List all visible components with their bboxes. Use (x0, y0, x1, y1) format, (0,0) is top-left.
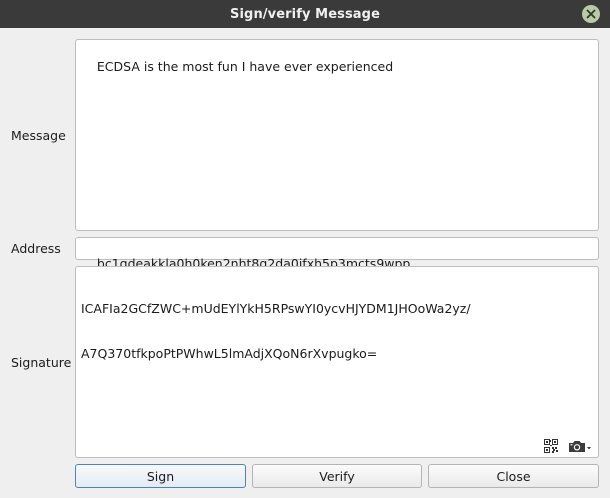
message-label: Message (11, 128, 66, 143)
message-textarea[interactable]: ECDSA is the most fun I have ever experi… (75, 39, 599, 231)
window-close-button[interactable] (582, 5, 600, 23)
window-title: Sign/verify Message (230, 6, 380, 22)
verify-button[interactable]: Verify (252, 464, 422, 488)
qr-code-icon[interactable] (544, 439, 558, 453)
signature-label: Signature (11, 355, 72, 370)
address-label: Address (11, 241, 61, 256)
close-button[interactable]: Close (428, 464, 599, 488)
signature-tools (544, 439, 592, 453)
close-icon (586, 9, 596, 19)
title-bar: Sign/verify Message (0, 0, 610, 28)
signature-line-2: A7Q370tfkpoPtPWhwL5lmAdjXQoN6rXvpugko= (81, 346, 378, 361)
message-text: ECDSA is the most fun I have ever experi… (96, 59, 394, 74)
signature-textarea[interactable]: ICAFIa2GCfZWC+mUdEYlYkH5RPswYI0ycvHJYDM1… (75, 266, 599, 458)
sign-button[interactable]: Sign (75, 464, 246, 488)
address-input[interactable]: bc1qdeakkla0h0ken2nht8q2da0jfxh5p3mcts9w… (75, 237, 599, 271)
sign-verify-dialog: Sign/verify Message Message ECDSA is the… (0, 0, 610, 498)
camera-icon[interactable] (568, 439, 592, 453)
signature-line-1: ICAFIa2GCfZWC+mUdEYlYkH5RPswYI0ycvHJYDM1… (81, 301, 471, 316)
